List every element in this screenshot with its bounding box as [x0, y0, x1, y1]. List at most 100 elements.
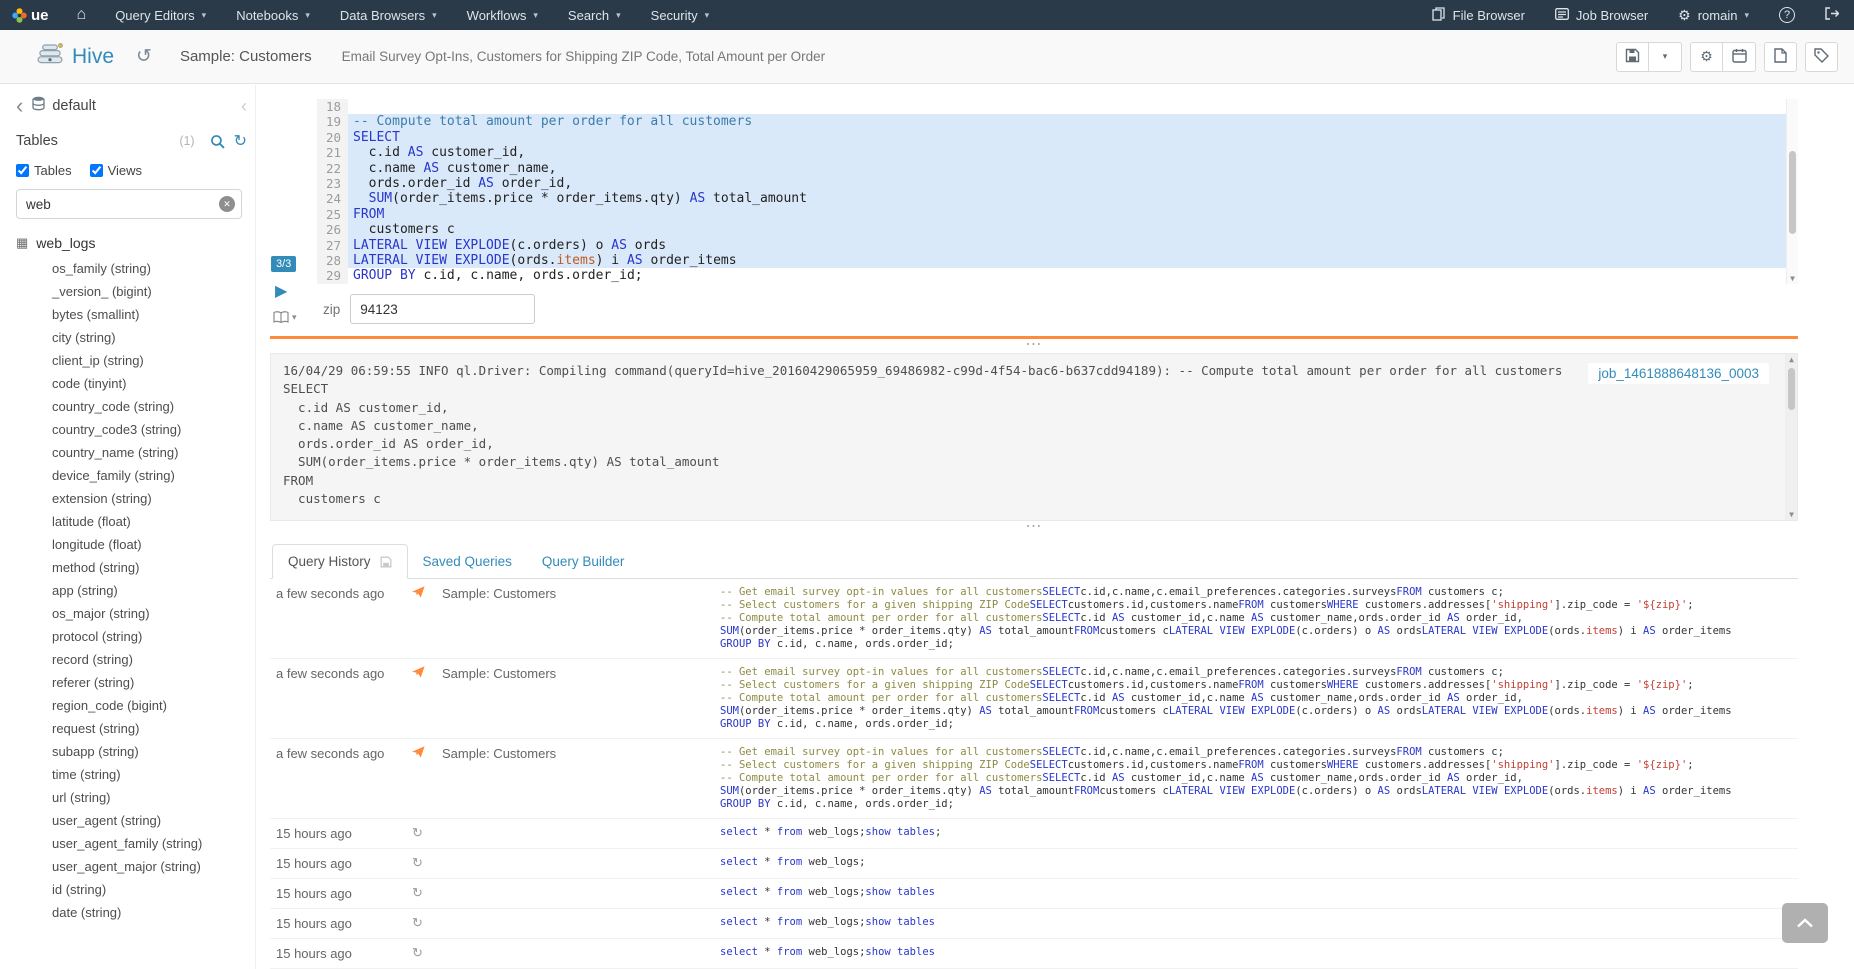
hue-logo[interactable]: ue [0, 0, 63, 30]
resize-grip[interactable]: ⋯ [270, 521, 1798, 535]
tab-query-builder[interactable]: Query Builder [527, 544, 640, 579]
refresh-icon: ↻ [412, 886, 442, 900]
column-item[interactable]: user_agent_major (string) [16, 855, 247, 878]
settings-button[interactable]: ⚙ [1690, 42, 1723, 72]
search-icon[interactable] [210, 134, 225, 149]
filter-tables-checkbox[interactable]: Tables [16, 163, 72, 178]
column-item[interactable]: record (string) [16, 648, 247, 671]
save-query-icon[interactable] [380, 556, 392, 568]
column-item[interactable]: longitude (float) [16, 533, 247, 556]
refresh-icon[interactable]: ↻ [234, 131, 247, 151]
topbar-menu-workflows[interactable]: Workflows▾ [452, 0, 553, 30]
history-row[interactable]: a few seconds agoSample: Customers-- Get… [270, 739, 1798, 819]
column-item[interactable]: app (string) [16, 579, 247, 602]
code-line: FROM [348, 207, 1798, 222]
sql-token: (c.orders) o [1295, 625, 1377, 637]
sql-token: AS [1378, 705, 1391, 717]
resize-grip[interactable]: ⋯ [270, 339, 1798, 353]
tab-query-history[interactable]: Query History [272, 544, 408, 579]
refresh-icon: ↻ [412, 946, 442, 960]
clear-search-icon[interactable]: ✕ [219, 196, 235, 212]
user-menu[interactable]: ⚙ romain ▾ [1663, 0, 1764, 30]
column-item[interactable]: region_code (bigint) [16, 694, 247, 717]
scrollbar-up-icon[interactable]: ▲ [1786, 355, 1797, 364]
topbar-menu-notebooks[interactable]: Notebooks▾ [221, 0, 325, 30]
help-button[interactable]: ? [1764, 0, 1810, 30]
topbar-menu-search[interactable]: Search▾ [553, 0, 636, 30]
home-button[interactable]: ⌂ [63, 0, 101, 30]
variable-zip-input[interactable] [350, 294, 535, 324]
log-scrollbar[interactable]: ▲ ▼ [1785, 354, 1797, 520]
collapse-sidebar-icon[interactable]: ‹ [241, 96, 247, 117]
tab-saved-queries[interactable]: Saved Queries [408, 544, 527, 579]
column-item[interactable]: bytes (smallint) [16, 303, 247, 326]
schedule-button[interactable] [1723, 42, 1756, 72]
column-item[interactable]: country_name (string) [16, 441, 247, 464]
table-search-input[interactable] [16, 189, 242, 219]
column-item[interactable]: id (string) [16, 878, 247, 901]
column-item[interactable]: device_family (string) [16, 464, 247, 487]
tags-button[interactable] [1805, 42, 1838, 72]
column-item[interactable]: os_major (string) [16, 602, 247, 625]
sql-token: * [758, 886, 777, 898]
history-row[interactable]: 15 hours ago↻select * from web_logs;show… [270, 939, 1798, 969]
column-item[interactable]: request (string) [16, 717, 247, 740]
filter-views-checkbox[interactable]: Views [90, 163, 142, 178]
topbar-menu-data-browsers[interactable]: Data Browsers▾ [325, 0, 452, 30]
history-row[interactable]: 15 hours ago↻select * from web_logs;show… [270, 819, 1798, 849]
column-item[interactable]: user_agent (string) [16, 809, 247, 832]
table-item-web-logs[interactable]: ▦ web_logs [16, 235, 247, 251]
history-row[interactable]: a few seconds agoSample: Customers-- Get… [270, 659, 1798, 739]
column-item[interactable]: latitude (float) [16, 510, 247, 533]
column-item[interactable]: date (string) [16, 901, 247, 924]
file-browser-link[interactable]: File Browser [1417, 0, 1540, 30]
scrollbar-thumb[interactable] [1788, 368, 1795, 410]
back-icon[interactable]: ‹ [16, 96, 23, 116]
job-link[interactable]: job_1461888648136_0003 [1588, 363, 1769, 384]
line-number: 22 [317, 161, 341, 176]
scrollbar-down-icon[interactable]: ▼ [1786, 510, 1797, 519]
job-browser-link[interactable]: Job Browser [1540, 0, 1663, 30]
new-query-button[interactable] [1764, 42, 1797, 72]
topbar-menu-query-editors[interactable]: Query Editors▾ [100, 0, 221, 30]
column-item[interactable]: method (string) [16, 556, 247, 579]
save-dropdown-button[interactable]: ▾ [1649, 42, 1682, 72]
column-item[interactable]: url (string) [16, 786, 247, 809]
column-item[interactable]: extension (string) [16, 487, 247, 510]
column-item[interactable]: _version_ (bigint) [16, 280, 247, 303]
scroll-to-top-button[interactable] [1782, 903, 1828, 943]
sql-token: AS [1112, 772, 1125, 784]
history-row[interactable]: a few seconds agoSample: Customers-- Get… [270, 579, 1798, 659]
column-item[interactable]: country_code (string) [16, 395, 247, 418]
tables-checkbox[interactable] [16, 164, 29, 177]
execute-button[interactable]: ▶ [275, 281, 287, 301]
column-item[interactable]: subapp (string) [16, 740, 247, 763]
editor-code[interactable]: -- Compute total amount per order for al… [348, 99, 1798, 284]
column-item[interactable]: referer (string) [16, 671, 247, 694]
query-history-icon[interactable]: ↺ [136, 45, 152, 68]
scrollbar-thumb[interactable] [1789, 151, 1796, 234]
column-item[interactable]: os_family (string) [16, 257, 247, 280]
column-item[interactable]: code (tinyint) [16, 372, 247, 395]
column-item[interactable]: client_ip (string) [16, 349, 247, 372]
history-row[interactable]: 15 hours ago↻select * from web_logs; [270, 849, 1798, 879]
save-button[interactable] [1616, 42, 1649, 72]
sql-token: from [777, 826, 802, 838]
column-item[interactable]: protocol (string) [16, 625, 247, 648]
database-name[interactable]: default [52, 98, 96, 114]
history-row[interactable]: 15 hours ago↻select * from web_logs;show… [270, 909, 1798, 939]
query-title[interactable]: Sample: Customers [180, 48, 312, 65]
logout-button[interactable] [1810, 0, 1854, 30]
scrollbar-down-icon[interactable]: ▼ [1787, 274, 1798, 283]
history-row[interactable]: 15 hours ago↻select * from web_logs;show… [270, 879, 1798, 909]
editor-scrollbar[interactable]: ▼ [1786, 99, 1798, 284]
views-checkbox[interactable] [90, 164, 103, 177]
column-item[interactable]: time (string) [16, 763, 247, 786]
hive-app[interactable]: Hive [36, 42, 114, 71]
topbar-menu-security[interactable]: Security▾ [636, 0, 725, 30]
docs-toggle-button[interactable]: ▾ [273, 311, 297, 323]
code-editor[interactable]: 181920212223242526272829 -- Compute tota… [317, 99, 1798, 284]
column-item[interactable]: country_code3 (string) [16, 418, 247, 441]
column-item[interactable]: user_agent_family (string) [16, 832, 247, 855]
column-item[interactable]: city (string) [16, 326, 247, 349]
